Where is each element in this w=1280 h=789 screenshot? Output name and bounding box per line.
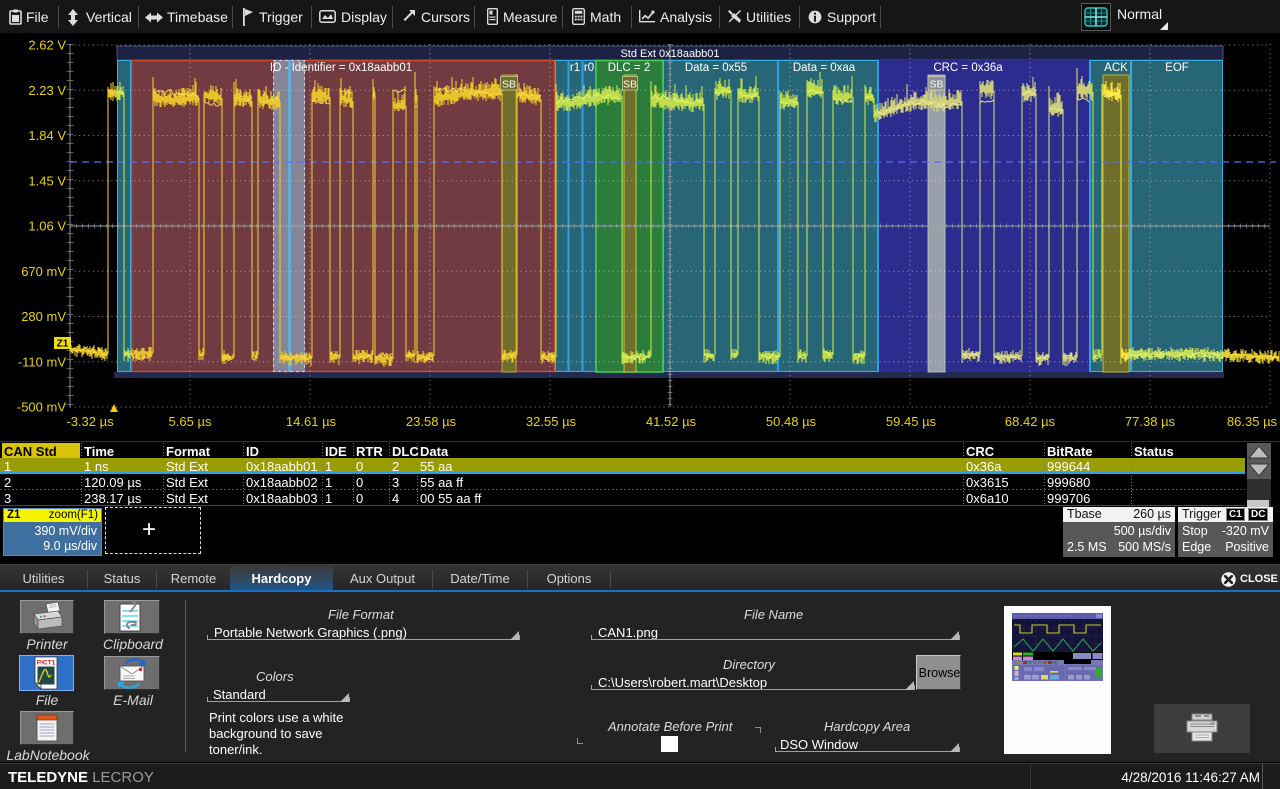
svg-text:PICT1: PICT1 [37, 660, 56, 667]
